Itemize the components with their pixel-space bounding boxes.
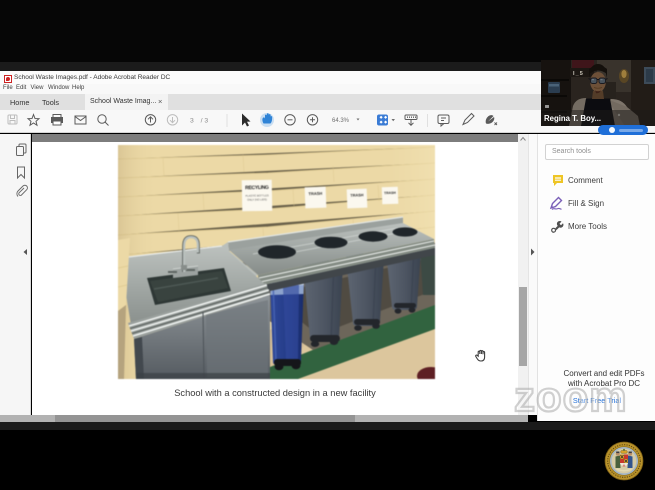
svg-text:TRASH: TRASH [350, 193, 363, 197]
svg-text:ONLY (NO LIDS): ONLY (NO LIDS) [247, 197, 267, 201]
svg-text:PLASTIC BOTTLES: PLASTIC BOTTLES [245, 193, 269, 197]
svg-text:RECYLING: RECYLING [245, 185, 269, 191]
svg-text:Regina T. Boy...: Regina T. Boy... [544, 114, 601, 123]
svg-text:TRASH: TRASH [384, 191, 396, 195]
svg-text:64.3%: 64.3% [332, 118, 350, 124]
svg-text:TRASH: TRASH [308, 191, 322, 196]
svg-text:I _ 5: I _ 5 [573, 71, 583, 77]
svg-text:3 / 3: 3 / 3 [190, 118, 208, 125]
